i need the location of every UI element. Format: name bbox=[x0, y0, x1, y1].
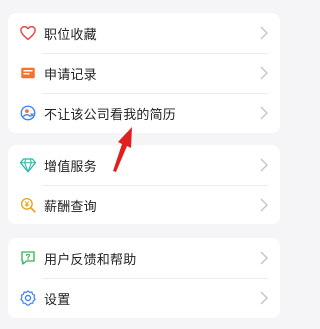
envelope-icon bbox=[19, 64, 37, 82]
menu-item-applications[interactable]: 申请记录 bbox=[8, 53, 280, 93]
menu-item-label: 用户反馈和帮助 bbox=[44, 252, 137, 268]
chevron-right-icon bbox=[260, 251, 268, 265]
menu-item-label: 申请记录 bbox=[44, 67, 97, 83]
menu-group-1: 职位收藏 申请记录 不让该公司看我的简历 bbox=[8, 13, 280, 133]
chevron-right-icon bbox=[260, 66, 268, 80]
menu-group-2: 增值服务 薪酬查询 bbox=[8, 145, 280, 224]
chevron-right-icon bbox=[260, 106, 268, 120]
menu-item-label: 不让该公司看我的简历 bbox=[44, 107, 177, 123]
menu-item-value-added[interactable]: 增值服务 bbox=[8, 145, 280, 185]
menu-item-favorites[interactable]: 职位收藏 bbox=[8, 13, 280, 53]
chevron-right-icon bbox=[260, 198, 268, 212]
menu-item-settings[interactable]: 设置 bbox=[8, 278, 280, 318]
chevron-right-icon bbox=[260, 158, 268, 172]
gear-icon bbox=[19, 289, 37, 307]
menu-item-label: 薪酬查询 bbox=[44, 199, 97, 215]
menu-item-label: 增值服务 bbox=[44, 159, 97, 175]
chevron-right-icon bbox=[260, 26, 268, 40]
menu-item-label: 职位收藏 bbox=[44, 27, 97, 43]
chevron-right-icon bbox=[260, 291, 268, 305]
salary-search-icon bbox=[19, 196, 37, 214]
feedback-help-icon bbox=[19, 249, 37, 267]
menu-group-3: 用户反馈和帮助 设置 bbox=[8, 238, 280, 318]
menu-item-label: 设置 bbox=[44, 292, 71, 308]
diamond-icon bbox=[19, 156, 37, 174]
hide-resume-icon bbox=[19, 104, 37, 122]
menu-item-block-company[interactable]: 不让该公司看我的简历 bbox=[8, 93, 280, 133]
menu-item-feedback[interactable]: 用户反馈和帮助 bbox=[8, 238, 280, 278]
heart-icon bbox=[19, 24, 37, 42]
menu-item-salary[interactable]: 薪酬查询 bbox=[8, 185, 280, 224]
